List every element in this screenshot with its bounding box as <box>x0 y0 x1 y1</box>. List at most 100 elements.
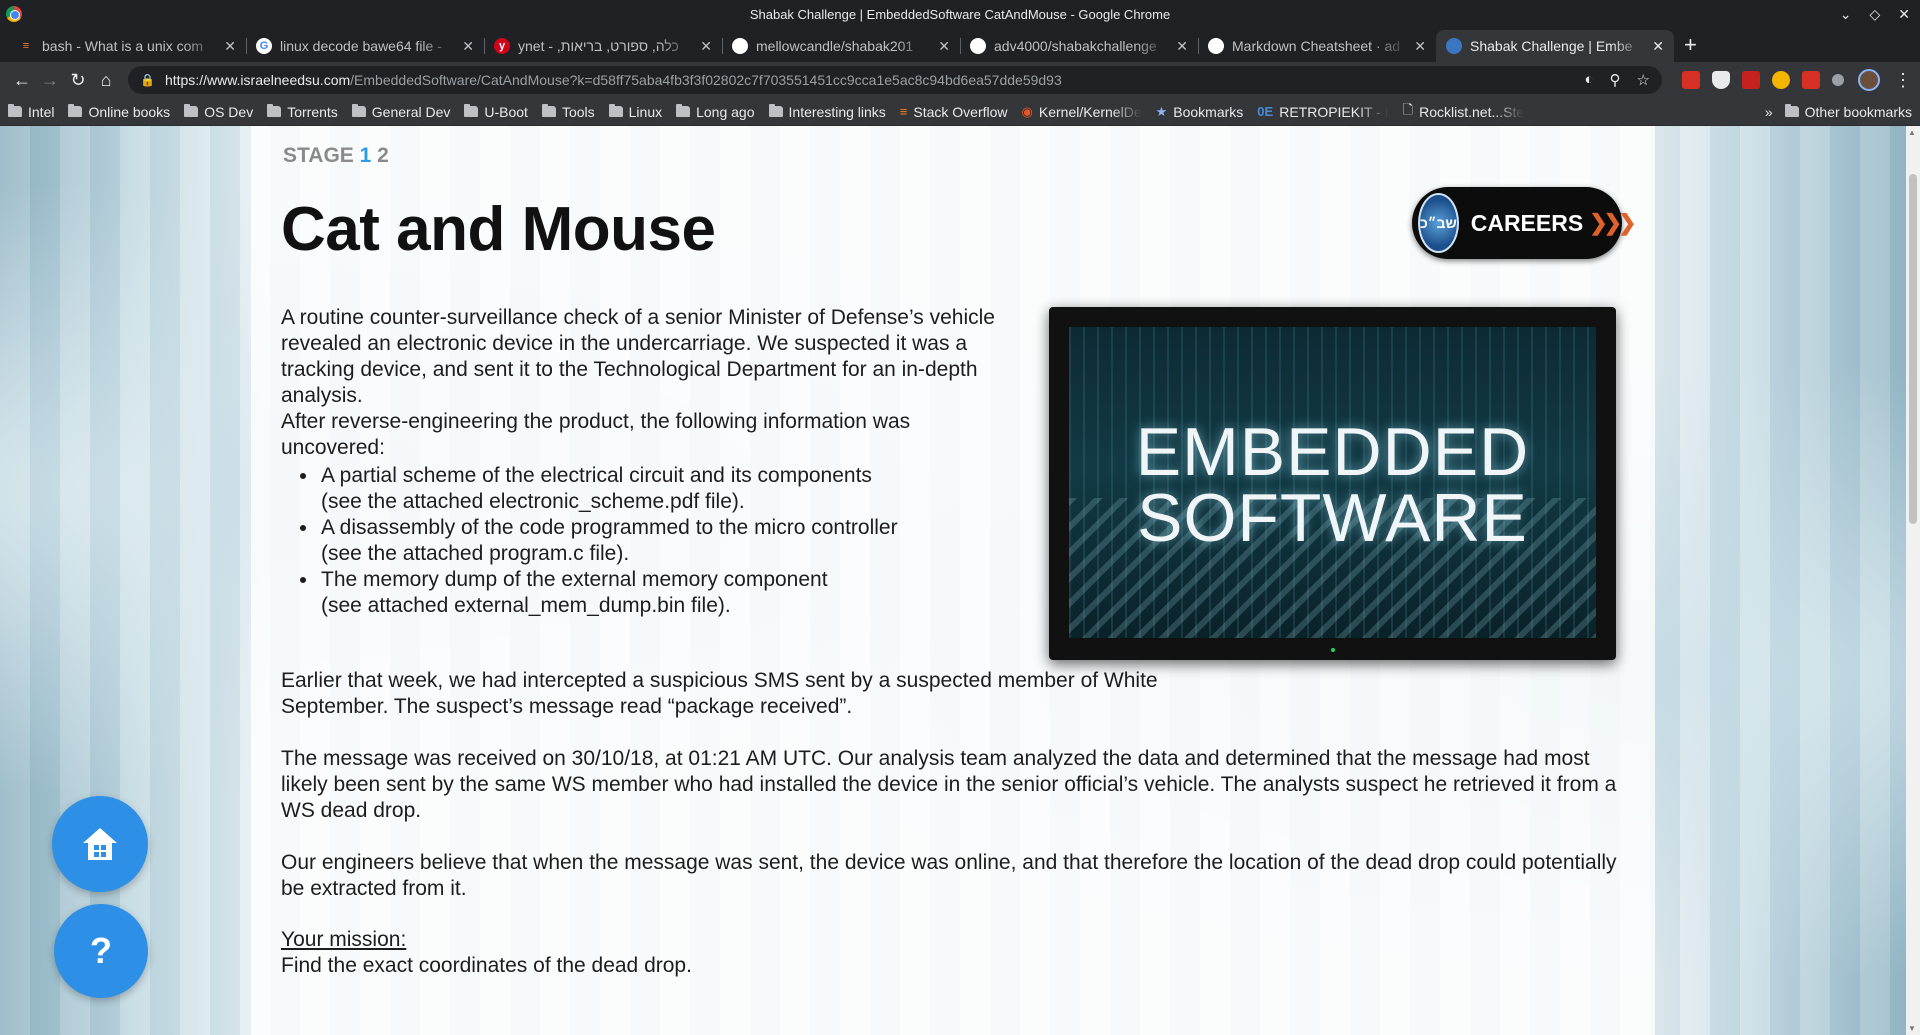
google-icon: G <box>256 38 272 54</box>
tab-markdown[interactable]: Markdown Cheatsheet · ad ✕ <box>1198 30 1436 62</box>
maximize-icon[interactable]: ◇ <box>1869 6 1880 23</box>
folder-icon <box>267 104 282 117</box>
home-icon[interactable]: ⌂ <box>92 66 120 94</box>
tab-linux-decode[interactable]: G linux decode bawe64 file - ✕ <box>246 30 484 62</box>
folder-icon <box>676 104 691 117</box>
folder-icon <box>768 104 783 117</box>
scroll-down-icon[interactable]: ▼ <box>1908 1024 1916 1033</box>
bookmark-retropiekit[interactable]: 0E RETROPIEKIT - I <box>1257 104 1388 120</box>
tab-bash[interactable]: ≡ bash - What is a unix com ✕ <box>8 30 246 62</box>
engineers-paragraph: Our engineers believe that when the mess… <box>281 851 1617 900</box>
gmail-icon[interactable] <box>1802 71 1820 89</box>
puzzle-icon[interactable] <box>1832 74 1844 86</box>
close-tab-icon[interactable]: ✕ <box>1652 38 1664 55</box>
address-bar[interactable]: 🔒 https://www.israelneedsu.com/EmbeddedS… <box>128 66 1662 94</box>
github-icon <box>970 38 986 54</box>
bookmark-long-ago[interactable]: Long ago <box>676 103 755 120</box>
image-caption: EMBEDDED SOFTWARE <box>1069 418 1596 556</box>
close-tab-icon[interactable]: ✕ <box>1176 38 1188 55</box>
bookmark-rocklist[interactable]: 🗋 Rocklist.net...Ste <box>1403 101 1525 123</box>
chrome-menu-icon[interactable]: ⋮ <box>1894 70 1912 91</box>
reload-icon[interactable]: ↻ <box>64 66 92 94</box>
scroll-up-icon[interactable]: ▲ <box>1908 128 1916 137</box>
bookmark-tools[interactable]: Tools <box>541 103 595 120</box>
tab-mellowcandle[interactable]: mellowcandle/shabak201 ✕ <box>722 30 960 62</box>
github-icon <box>1208 38 1224 54</box>
list-item: The memory dump of the external memory c… <box>300 567 898 619</box>
bookmarks-overflow-icon[interactable]: » <box>1765 104 1773 120</box>
folder-icon <box>1784 104 1799 117</box>
help-button[interactable]: ? <box>54 904 148 998</box>
findings-paragraph: After reverse-engineering the product, t… <box>281 410 911 459</box>
tab-shabak[interactable]: Shabak Challenge | Embe ✕ <box>1436 30 1674 62</box>
close-tab-icon[interactable]: ✕ <box>224 38 236 55</box>
emblem-text: שב״כ <box>1420 215 1457 231</box>
monitor-screen: EMBEDDED SOFTWARE <box>1069 327 1596 638</box>
tab-label: ynet - ,כלה, ספורט, בריאות <box>518 38 679 54</box>
bookmark-interesting-links[interactable]: Interesting links <box>768 104 886 120</box>
forward-icon[interactable]: → <box>36 66 64 94</box>
zoom-icon[interactable]: ⚲ <box>1610 71 1621 89</box>
scrollbar-thumb[interactable] <box>1909 174 1917 524</box>
bookmark-torrents[interactable]: Torrents <box>267 104 338 120</box>
ubuntu-icon: ◉ <box>1021 103 1033 119</box>
bookmark-kernel[interactable]: ◉ Kernel/KernelDe <box>1022 104 1142 120</box>
folder-icon <box>541 104 556 117</box>
tab-label: bash - What is a unix com <box>42 38 204 54</box>
minimize-icon[interactable]: ⌄ <box>1840 6 1852 23</box>
stage-1-link[interactable]: 1 <box>360 144 372 167</box>
bookmark-intel[interactable]: Intel <box>8 104 54 120</box>
stackoverflow-icon: ≡ <box>899 104 908 119</box>
bookmark-online-books[interactable]: Online books <box>68 104 170 120</box>
extension-red-icon[interactable] <box>1682 71 1700 89</box>
bookmark-general-dev[interactable]: General Dev <box>351 104 450 120</box>
findings-list: A partial scheme of the electrical circu… <box>300 463 898 619</box>
bookmark-u-boot[interactable]: U-Boot <box>464 104 528 120</box>
page-title: Cat and Mouse <box>281 195 716 264</box>
star-icon[interactable]: ☆ <box>1637 71 1650 89</box>
url-path: /EmbeddedSoftware/CatAndMouse?k=d58ff75a… <box>350 72 1062 88</box>
stage-indicator: STAGE 1 2 <box>283 144 389 168</box>
pocket-icon[interactable] <box>1712 71 1730 89</box>
bookmark-label: Rocklist.net...Ste <box>1419 103 1525 120</box>
tab-strip: ≡ bash - What is a unix com ✕ G linux de… <box>0 28 1920 62</box>
back-icon[interactable]: ← <box>8 66 36 94</box>
extension-star-icon[interactable] <box>1772 71 1790 89</box>
url-host: https://www.israelneedsu.com <box>164 72 351 88</box>
bookmark-label: Tools <box>561 103 595 120</box>
bookmark-label: U-Boot <box>484 103 528 120</box>
retropie-icon: 0E <box>1257 104 1274 119</box>
stage-2-link[interactable]: 2 <box>377 144 389 167</box>
bookmark-stack-overflow[interactable]: ≡ Stack Overflow <box>900 104 1008 120</box>
tab-adv4000[interactable]: adv4000/shabakchallenge ✕ <box>960 30 1198 62</box>
bookmark-bookmarks[interactable]: ★ Bookmarks <box>1156 104 1244 120</box>
tab-ynet[interactable]: y ynet - ,כלה, ספורט, בריאות ✕ <box>484 30 722 62</box>
lock-icon[interactable]: 🔒 <box>140 73 155 87</box>
bookmark-linux[interactable]: Linux <box>608 104 662 120</box>
page-icon: 🗋 <box>1402 101 1414 117</box>
embedded-software-image: EMBEDDED SOFTWARE <box>1049 307 1616 660</box>
close-tab-icon[interactable]: ✕ <box>462 38 474 55</box>
browser-toolbar: ← → ↻ ⌂ 🔒 https://www.israelneedsu.com/E… <box>0 62 1920 98</box>
bookmark-os-dev[interactable]: OS Dev <box>184 104 253 120</box>
close-window-icon[interactable]: ✕ <box>1898 6 1910 23</box>
bookmark-other[interactable]: Other bookmarks <box>1784 104 1912 120</box>
profile-avatar[interactable] <box>1858 69 1880 91</box>
page-viewport: STAGE 1 2 Cat and Mouse שב״כ CAREERS ❯❯❯… <box>0 126 1920 1035</box>
bookmark-label: Long ago <box>696 103 755 120</box>
close-tab-icon[interactable]: ✕ <box>1414 38 1426 55</box>
translate-icon[interactable]: ◐ <box>1584 71 1593 89</box>
careers-button[interactable]: שב״כ CAREERS ❯❯❯ <box>1412 187 1637 259</box>
extension-badge-icon[interactable] <box>1742 71 1760 89</box>
home-button[interactable] <box>52 796 148 892</box>
close-tab-icon[interactable]: ✕ <box>938 38 950 55</box>
shabak-icon <box>1446 38 1462 54</box>
content-panel: STAGE 1 2 Cat and Mouse שב״כ CAREERS ❯❯❯… <box>251 126 1655 1035</box>
new-tab-button[interactable]: + <box>1684 32 1697 58</box>
shabak-emblem-icon: שב״כ <box>1418 193 1459 253</box>
arrows-icon: ❯❯❯ <box>1589 210 1636 235</box>
image-caption-line2: SOFTWARE <box>1137 480 1528 556</box>
close-tab-icon[interactable]: ✕ <box>700 38 712 55</box>
tab-label: Markdown Cheatsheet · ad <box>1232 38 1401 54</box>
page-scrollbar[interactable]: ▲ ▼ <box>1906 126 1920 1035</box>
